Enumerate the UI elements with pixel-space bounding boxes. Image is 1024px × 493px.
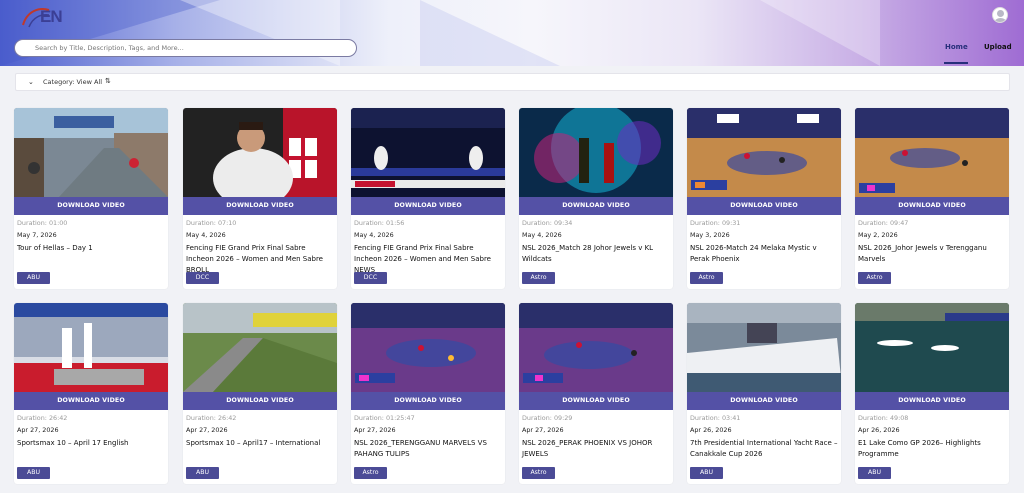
provider-tag[interactable]: DCC [186, 272, 219, 284]
video-card[interactable]: DOWNLOAD VIDEO Duration: 26:42 Apr 27, 202… [183, 303, 337, 484]
video-title[interactable]: 7th Presidential International Yacht Rac… [690, 438, 838, 460]
nav-active-indicator [944, 62, 968, 64]
search-input[interactable] [14, 39, 357, 57]
video-date: May 4, 2026 [522, 231, 562, 239]
video-date: Apr 27, 2026 [186, 426, 228, 434]
video-duration: Duration: 09:47 [858, 219, 909, 227]
video-thumbnail[interactable] [14, 303, 168, 392]
download-video-button[interactable]: DOWNLOAD VIDEO [351, 392, 505, 410]
video-thumbnail[interactable] [855, 303, 1009, 392]
video-duration: Duration: 01:56 [354, 219, 405, 227]
video-date: May 3, 2026 [690, 231, 730, 239]
provider-tag[interactable]: Astro [522, 272, 555, 284]
video-date: Apr 26, 2026 [690, 426, 732, 434]
provider-tag[interactable]: ABU [17, 467, 50, 479]
video-duration: Duration: 49:08 [858, 414, 909, 422]
video-thumbnail[interactable] [855, 108, 1009, 197]
sort-icon[interactable]: ⇅ [105, 77, 111, 85]
video-title[interactable]: NSL 2026_PERAK PHOENIX VS JOHOR JEWELS [522, 438, 670, 460]
video-date: May 4, 2026 [354, 231, 394, 239]
download-video-button[interactable]: DOWNLOAD VIDEO [351, 197, 505, 215]
provider-tag[interactable]: ABU [858, 467, 891, 479]
download-video-button[interactable]: DOWNLOAD VIDEO [183, 197, 337, 215]
video-card[interactable]: DOWNLOAD VIDEO Duration: 01:56 May 4, 2026… [351, 108, 505, 289]
download-video-button[interactable]: DOWNLOAD VIDEO [855, 392, 1009, 410]
video-duration: Duration: 03:41 [690, 414, 741, 422]
video-thumbnail[interactable] [519, 303, 673, 392]
video-thumbnail[interactable] [687, 303, 841, 392]
banner-facet [420, 0, 560, 66]
video-card[interactable]: DOWNLOAD VIDEO Duration: 09:34 May 4, 2026… [519, 108, 673, 289]
video-thumbnail[interactable] [183, 108, 337, 197]
provider-tag[interactable]: DCC [354, 272, 387, 284]
chevron-down-icon[interactable]: ⌄ [28, 78, 34, 86]
video-date: Apr 26, 2026 [858, 426, 900, 434]
video-card[interactable]: DOWNLOAD VIDEO Duration: 26:42 Apr 27, 202… [14, 303, 168, 484]
video-title[interactable]: E1 Lake Como GP 2026– Highlights Program… [858, 438, 1006, 460]
video-duration: Duration: 01:00 [17, 219, 68, 227]
video-title[interactable]: Sportsmax 10 – April17 – International [186, 438, 334, 449]
video-duration: Duration: 09:29 [522, 414, 573, 422]
video-date: May 7, 2026 [17, 231, 57, 239]
provider-tag[interactable]: ABU [186, 467, 219, 479]
banner-facet [760, 0, 880, 66]
header-banner: EN Home Upload [0, 0, 1024, 66]
download-video-button[interactable]: DOWNLOAD VIDEO [687, 197, 841, 215]
category-filter[interactable]: ⌄ Category: View All ⇅ [15, 73, 1010, 91]
video-card[interactable]: DOWNLOAD VIDEO Duration: 49:08 Apr 26, 202… [855, 303, 1009, 484]
video-thumbnail[interactable] [687, 108, 841, 197]
provider-tag[interactable]: Astro [690, 272, 723, 284]
video-card[interactable]: DOWNLOAD VIDEO Duration: 09:29 Apr 27, 202… [519, 303, 673, 484]
video-card[interactable]: DOWNLOAD VIDEO Duration: 07:10 May 4, 2026… [183, 108, 337, 289]
video-title[interactable]: NSL 2026_Match 28 Johor Jewels v KL Wild… [522, 243, 670, 265]
provider-tag[interactable]: Astro [858, 272, 891, 284]
video-thumbnail[interactable] [14, 108, 168, 197]
provider-tag[interactable]: Astro [354, 467, 387, 479]
logo-text[interactable]: EN [40, 7, 63, 27]
download-video-button[interactable]: DOWNLOAD VIDEO [14, 197, 168, 215]
video-title[interactable]: Tour of Hellas – Day 1 [17, 243, 165, 254]
category-label[interactable]: Category: View All [43, 78, 102, 86]
video-date: Apr 27, 2026 [522, 426, 564, 434]
video-date: Apr 27, 2026 [17, 426, 59, 434]
provider-tag[interactable]: ABU [17, 272, 50, 284]
video-card[interactable]: DOWNLOAD VIDEO Duration: 09:47 May 2, 2026… [855, 108, 1009, 289]
download-video-button[interactable]: DOWNLOAD VIDEO [14, 392, 168, 410]
download-video-button[interactable]: DOWNLOAD VIDEO [687, 392, 841, 410]
video-thumbnail[interactable] [351, 303, 505, 392]
video-card[interactable]: DOWNLOAD VIDEO Duration: 09:31 May 3, 2026… [687, 108, 841, 289]
video-duration: Duration: 09:34 [522, 219, 573, 227]
video-duration: Duration: 26:42 [17, 414, 68, 422]
download-video-button[interactable]: DOWNLOAD VIDEO [855, 197, 1009, 215]
download-video-button[interactable]: DOWNLOAD VIDEO [519, 392, 673, 410]
user-avatar-icon[interactable] [992, 7, 1008, 23]
download-video-button[interactable]: DOWNLOAD VIDEO [519, 197, 673, 215]
video-duration: Duration: 07:10 [186, 219, 237, 227]
provider-tag[interactable]: ABU [690, 467, 723, 479]
video-title[interactable]: Sportsmax 10 – April 17 English [17, 438, 165, 449]
video-date: May 2, 2026 [858, 231, 898, 239]
video-thumbnail[interactable] [519, 108, 673, 197]
video-card[interactable]: DOWNLOAD VIDEO Duration: 03:41 Apr 26, 202… [687, 303, 841, 484]
video-title[interactable]: NSL 2026_TERENGGANU MARVELS VS PAHANG TU… [354, 438, 502, 460]
video-card[interactable]: DOWNLOAD VIDEO Duration: 01:25:47 Apr 27, … [351, 303, 505, 484]
video-title[interactable]: NSL 2026-Match 24 Melaka Mystic v Perak … [690, 243, 838, 265]
video-thumbnail[interactable] [351, 108, 505, 197]
provider-tag[interactable]: Astro [522, 467, 555, 479]
download-video-button[interactable]: DOWNLOAD VIDEO [183, 392, 337, 410]
video-title[interactable]: NSL 2026_Johor Jewels v Terengganu Marve… [858, 243, 1006, 265]
nav-upload-link[interactable]: Upload [984, 43, 1012, 51]
nav-home-link[interactable]: Home [945, 43, 968, 51]
video-duration: Duration: 26:42 [186, 414, 237, 422]
video-date: Apr 27, 2026 [354, 426, 396, 434]
video-card[interactable]: DOWNLOAD VIDEO Duration: 01:00 May 7, 2026… [14, 108, 168, 289]
video-date: May 4, 2026 [186, 231, 226, 239]
video-duration: Duration: 09:31 [690, 219, 741, 227]
video-duration: Duration: 01:25:47 [354, 414, 415, 422]
video-thumbnail[interactable] [183, 303, 337, 392]
